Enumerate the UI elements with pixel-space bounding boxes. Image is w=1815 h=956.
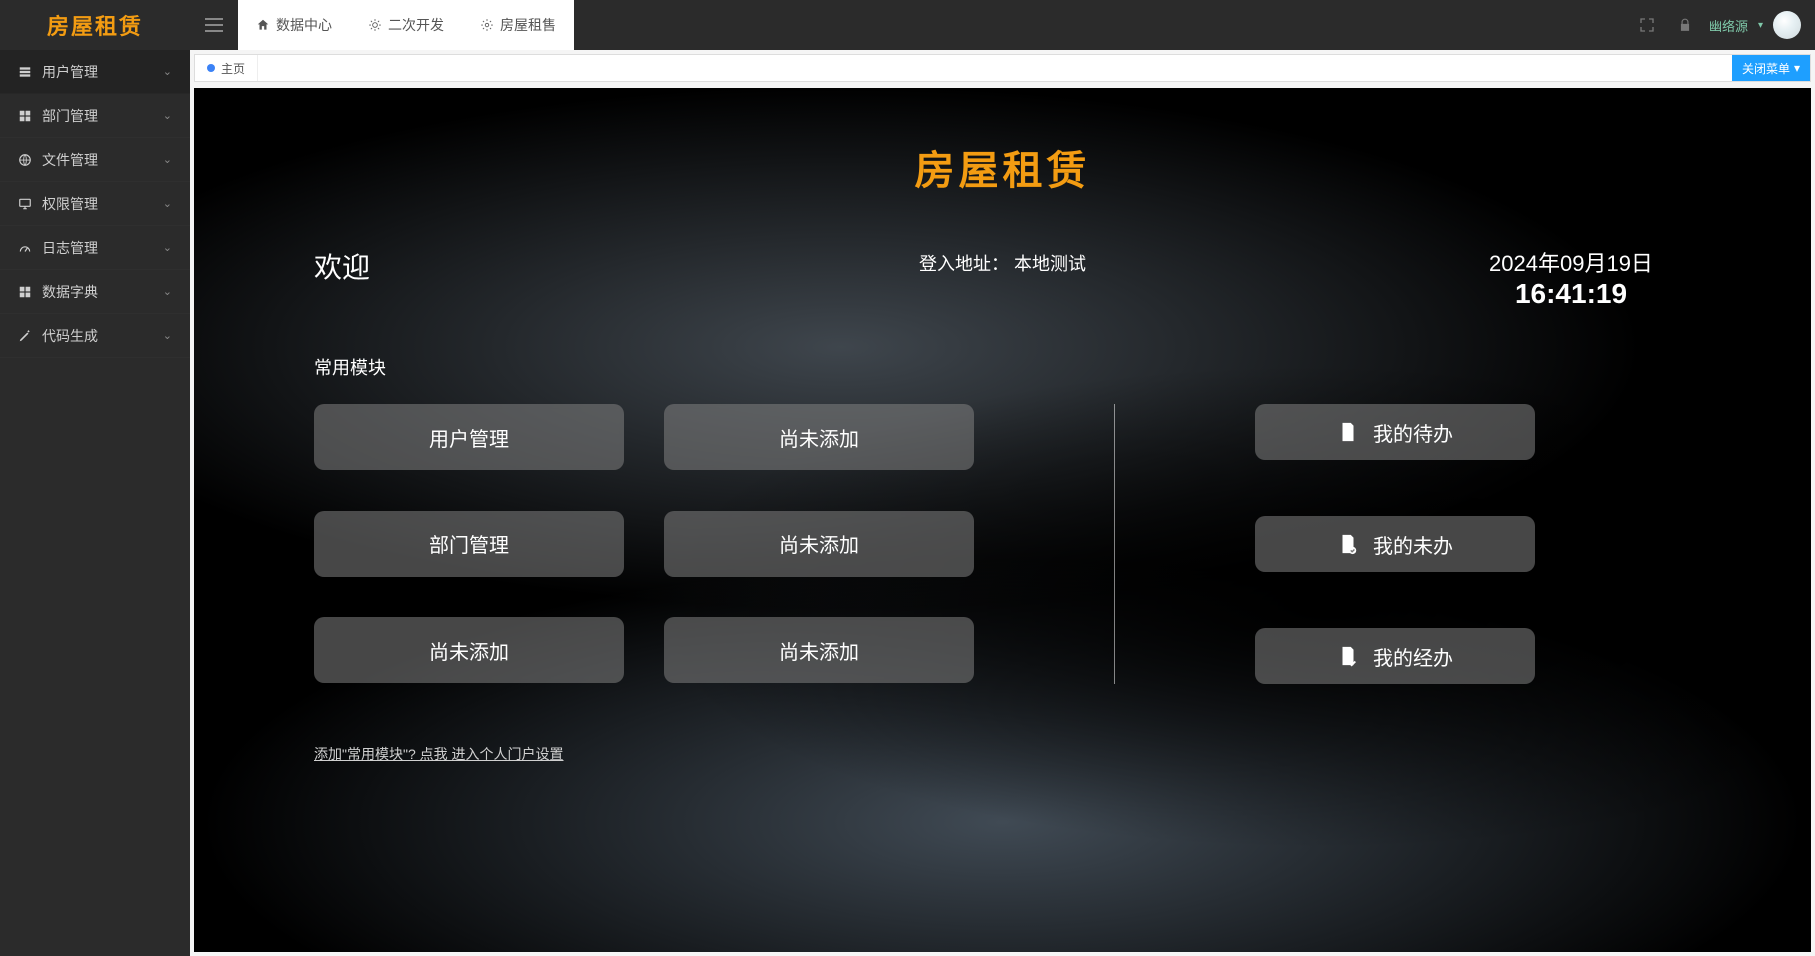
grid-icon [18,109,32,123]
task-button-label: 我的经办 [1373,642,1453,671]
login-address: 登入地址： 本地测试 [614,246,1391,276]
datetime-block: 2024年09月19日 16:41:19 [1391,246,1751,310]
dashboard-title: 房屋租赁 [254,138,1751,196]
sidebar-item-departments[interactable]: 部门管理 ⌄ [0,94,190,138]
chevron-down-icon: ⌄ [163,285,172,298]
module-button-3[interactable]: 尚未添加 [664,511,974,577]
pencil-icon [18,329,32,343]
vertical-separator [1114,404,1115,684]
welcome-text: 欢迎 [254,246,614,286]
sidebar-item-label: 代码生成 [42,326,98,346]
top-tab-label: 数据中心 [276,15,332,35]
user-name[interactable]: 幽络源 [1709,16,1748,35]
home-icon [256,18,270,32]
add-module-link[interactable]: 添加"常用模块"? 点我 进入个人门户设置 [314,744,564,764]
gauge-icon [18,241,32,255]
top-tabs: 数据中心 二次开发 房屋租售 [238,0,574,50]
sidebar-item-label: 日志管理 [42,238,98,258]
task-button-undone[interactable]: 我的未办 [1255,516,1535,572]
grid-icon [18,285,32,299]
module-button-5[interactable]: 尚未添加 [664,617,974,683]
task-button-todo[interactable]: 我的待办 [1255,404,1535,460]
users-icon [18,65,32,79]
brand-logo: 房屋租赁 [0,9,190,41]
sidebar-item-files[interactable]: 文件管理 ⌄ [0,138,190,182]
module-grid: 用户管理 尚未添加 部门管理 尚未添加 尚未添加 尚未添加 [314,404,974,684]
task-button-label: 我的未办 [1373,530,1453,559]
task-button-done[interactable]: 我的经办 [1255,628,1535,684]
task-button-label: 我的待办 [1373,418,1453,447]
close-menu-label: 关闭菜单 [1742,60,1790,77]
close-menu-button[interactable]: 关闭菜单 ▾ [1732,55,1810,81]
section-label-modules: 常用模块 [314,354,1751,380]
active-dot-icon [207,64,215,72]
globe-icon [18,153,32,167]
current-time: 16:41:19 [1391,278,1751,310]
fullscreen-button[interactable] [1633,11,1661,39]
monitor-icon [18,197,32,211]
sidebar-item-label: 权限管理 [42,194,98,214]
top-tab-data-center[interactable]: 数据中心 [238,0,350,50]
top-tab-label: 房屋租售 [500,15,556,35]
module-button-2[interactable]: 部门管理 [314,511,624,577]
lock-button[interactable] [1671,11,1699,39]
sidebar: 用户管理 ⌄ 部门管理 ⌄ 文件管理 ⌄ 权限管理 ⌄ 日志管理 ⌄ 数据字典 … [0,50,190,956]
sidebar-toggle[interactable] [190,0,238,50]
top-tab-label: 二次开发 [388,15,444,35]
user-menu-chevron-icon[interactable]: ▾ [1758,20,1763,31]
sidebar-item-label: 文件管理 [42,150,98,170]
doc-done-icon [1337,645,1359,667]
page-tab-label: 主页 [221,60,245,77]
top-tab-housing[interactable]: 房屋租售 [462,0,574,50]
dashboard: 房屋租赁 欢迎 登入地址： 本地测试 2024年09月19日 16:41:19 … [194,88,1811,952]
page-tab-home[interactable]: 主页 [195,55,258,81]
chevron-down-icon: ⌄ [163,197,172,210]
sidebar-item-label: 用户管理 [42,62,98,82]
sidebar-item-dictionary[interactable]: 数据字典 ⌄ [0,270,190,314]
sidebar-item-label: 部门管理 [42,106,98,126]
current-date: 2024年09月19日 [1391,246,1751,278]
top-header: 房屋租赁 数据中心 二次开发 房屋租售 幽络源 ▾ [0,0,1815,50]
main-area: 主页 关闭菜单 ▾ 房屋租赁 欢迎 登入地址： 本地测试 2024年09月19日… [190,50,1815,956]
login-address-value: 本地测试 [1014,254,1086,274]
sidebar-item-codegen[interactable]: 代码生成 ⌄ [0,314,190,358]
lock-icon [1678,17,1692,33]
doc-check-icon [1337,533,1359,555]
top-tab-secondary-dev[interactable]: 二次开发 [350,0,462,50]
chevron-down-icon: ⌄ [163,241,172,254]
doc-icon [1337,421,1359,443]
chevron-down-icon: ⌄ [163,65,172,78]
page-tabs-bar: 主页 关闭菜单 ▾ [194,54,1811,82]
sidebar-item-logs[interactable]: 日志管理 ⌄ [0,226,190,270]
chevron-down-icon: ⌄ [163,109,172,122]
sun-icon [368,18,382,32]
avatar[interactable] [1773,11,1801,39]
fullscreen-icon [1639,17,1655,33]
gear-icon [480,18,494,32]
chevron-down-icon: ▾ [1794,61,1800,75]
header-right: 幽络源 ▾ [1633,11,1815,39]
task-column: 我的待办 我的未办 我的经办 [1255,404,1535,684]
sidebar-item-permissions[interactable]: 权限管理 ⌄ [0,182,190,226]
module-button-0[interactable]: 用户管理 [314,404,624,470]
hamburger-icon [205,18,223,32]
module-button-4[interactable]: 尚未添加 [314,617,624,683]
chevron-down-icon: ⌄ [163,153,172,166]
login-address-label: 登入地址： [919,254,1009,274]
sidebar-item-label: 数据字典 [42,282,98,302]
chevron-down-icon: ⌄ [163,329,172,342]
sidebar-item-users[interactable]: 用户管理 ⌄ [0,50,190,94]
module-button-1[interactable]: 尚未添加 [664,404,974,470]
